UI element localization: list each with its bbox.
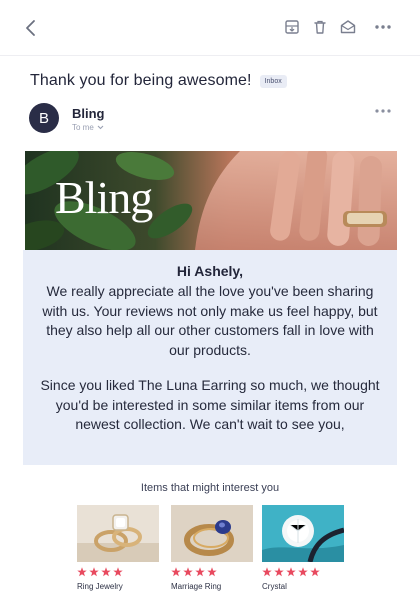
hero-banner: Bling bbox=[25, 151, 397, 250]
star-icon bbox=[310, 567, 320, 577]
message-body: Hi Ashely, We really appreciate all the … bbox=[23, 250, 397, 465]
product-image[interactable] bbox=[171, 505, 253, 562]
mail-open-icon[interactable] bbox=[338, 17, 358, 37]
product-name[interactable]: Marriage Ring bbox=[171, 582, 253, 591]
folder-badge[interactable]: Inbox bbox=[259, 74, 287, 88]
star-icon bbox=[298, 567, 308, 577]
star-icon bbox=[183, 567, 193, 577]
product-card[interactable]: Crystal bbox=[262, 505, 344, 591]
brand-logo: Bling bbox=[55, 172, 153, 223]
product-name[interactable]: Ring Jewelry bbox=[77, 582, 159, 591]
message-paragraph: Since you liked The Luna Earring so much… bbox=[40, 377, 380, 433]
star-icon bbox=[195, 567, 205, 577]
trash-icon[interactable] bbox=[310, 17, 330, 37]
sender-row: B Bling To me bbox=[29, 103, 399, 137]
recommendations-heading: Items that might interest you bbox=[140, 482, 280, 494]
more-horizontal-icon[interactable] bbox=[373, 103, 393, 119]
email-toolbar bbox=[0, 0, 420, 56]
star-icon bbox=[262, 567, 272, 577]
product-card[interactable]: Marriage Ring bbox=[171, 505, 253, 591]
recipient-toggle[interactable]: To me bbox=[72, 123, 104, 132]
archive-icon[interactable] bbox=[282, 17, 302, 37]
email-subject: Thank you for being awesome! bbox=[30, 72, 252, 89]
star-icon bbox=[207, 567, 217, 577]
subject-row: Thank you for being awesome! Inbox bbox=[30, 70, 287, 92]
recipient-label: To me bbox=[72, 123, 94, 132]
chevron-left-icon[interactable] bbox=[20, 17, 42, 39]
star-rating bbox=[262, 567, 344, 579]
star-icon bbox=[286, 567, 296, 577]
star-icon bbox=[274, 567, 284, 577]
message-paragraph: We really appreciate all the love you've… bbox=[42, 283, 378, 358]
greeting-text: Hi Ashely, bbox=[176, 263, 244, 279]
star-icon bbox=[89, 567, 99, 577]
star-icon bbox=[171, 567, 181, 577]
star-rating bbox=[77, 567, 159, 579]
product-image[interactable] bbox=[77, 505, 159, 562]
product-image[interactable] bbox=[262, 505, 344, 562]
star-icon bbox=[77, 567, 87, 577]
more-horizontal-icon[interactable] bbox=[373, 17, 393, 37]
star-icon bbox=[101, 567, 111, 577]
star-rating bbox=[171, 567, 253, 579]
star-icon bbox=[113, 567, 123, 577]
sender-name[interactable]: Bling bbox=[72, 106, 105, 121]
product-card[interactable]: Ring Jewelry bbox=[77, 505, 159, 591]
chevron-down-icon bbox=[97, 125, 104, 130]
avatar[interactable]: B bbox=[29, 103, 59, 133]
product-name[interactable]: Crystal bbox=[262, 582, 344, 591]
